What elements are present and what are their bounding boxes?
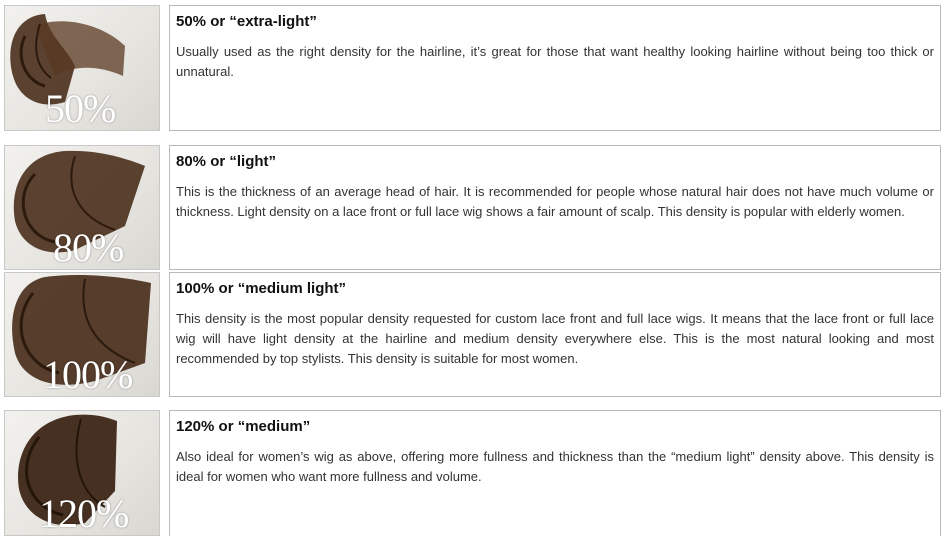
hair-sample-image-120: 120%	[4, 410, 160, 536]
density-card: 80% or “light” This is the thickness of …	[169, 145, 941, 270]
density-label: 50%	[45, 86, 116, 131]
density-description: Also ideal for women’s wig as above, off…	[176, 449, 934, 484]
density-title: 100% or “medium light”	[176, 280, 347, 297]
hair-sample-image-50: 50%	[4, 5, 160, 131]
density-title: 50% or “extra-light”	[176, 13, 317, 30]
density-description: This is the thickness of an average head…	[176, 184, 934, 219]
hair-sample-image-100: 100%	[4, 272, 160, 397]
density-card: 120% or “medium” Also ideal for women’s …	[169, 410, 941, 536]
density-label: 120%	[39, 491, 129, 536]
density-title: 80% or “light”	[176, 153, 277, 170]
density-card: 100% or “medium light” This density is t…	[169, 272, 941, 397]
density-card: 50% or “extra-light” Usually used as the…	[169, 5, 941, 131]
hair-sample-image-80: 80%	[4, 145, 160, 270]
density-label: 100%	[43, 352, 133, 397]
density-description: Usually used as the right density for th…	[176, 44, 934, 79]
density-title: 120% or “medium”	[176, 418, 311, 435]
density-label: 80%	[53, 225, 124, 270]
density-description: This density is the most popular density…	[176, 311, 934, 366]
